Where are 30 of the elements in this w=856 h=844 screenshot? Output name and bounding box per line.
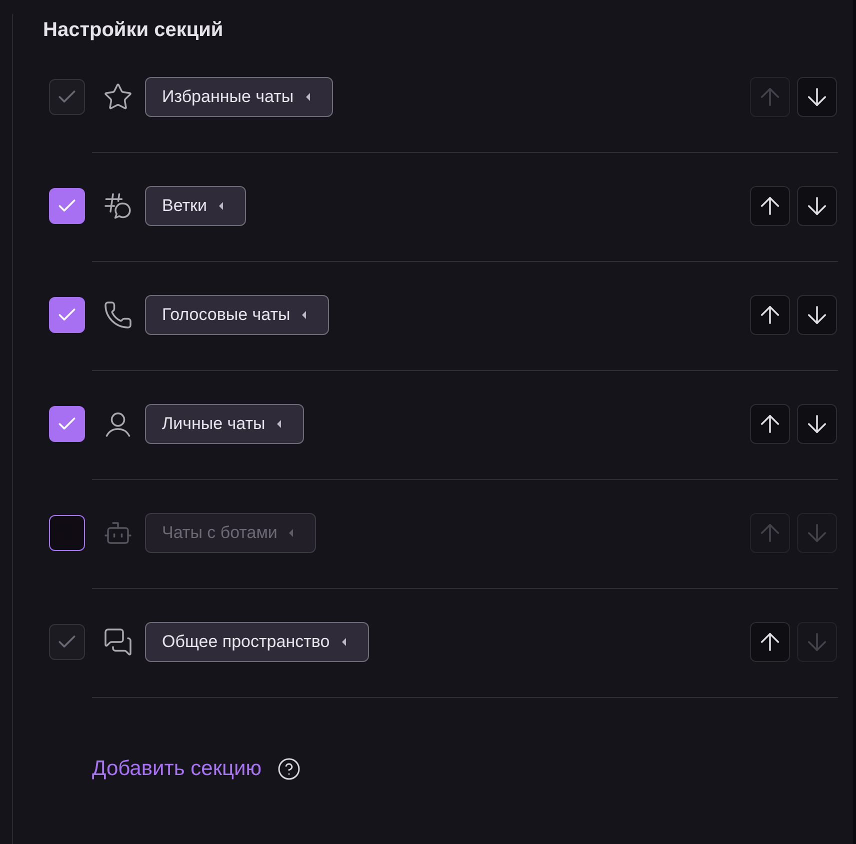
section-label-chip[interactable]: Общее пространство: [145, 622, 369, 662]
star-icon: [103, 82, 133, 112]
hash-chat-icon: [103, 191, 133, 221]
caret-icon: [302, 311, 306, 319]
section-label-chip[interactable]: Ветки: [145, 186, 246, 226]
checkbox[interactable]: [49, 515, 85, 551]
caret-icon: [289, 529, 294, 537]
caret-icon: [342, 638, 346, 646]
move-down-button[interactable]: [797, 186, 837, 226]
checkbox[interactable]: [49, 188, 85, 224]
section-label-chip[interactable]: Личные чаты: [145, 404, 304, 444]
move-down-button[interactable]: [797, 295, 837, 335]
move-up-button[interactable]: [750, 295, 790, 335]
move-up-button[interactable]: [750, 622, 790, 662]
chat-bubbles-icon: [103, 627, 133, 657]
help-icon[interactable]: [276, 757, 301, 781]
checkbox[interactable]: [49, 297, 85, 333]
section-settings-title: Настройки секций: [43, 18, 224, 42]
caret-icon: [306, 93, 310, 101]
move-down-button[interactable]: [797, 77, 837, 117]
move-up-button[interactable]: [750, 404, 790, 444]
phone-icon: [103, 300, 133, 330]
move-up-button[interactable]: [750, 186, 790, 226]
checkbox[interactable]: [49, 406, 85, 442]
move-down-button[interactable]: [797, 404, 837, 444]
section-label-chip[interactable]: Избранные чаты: [145, 77, 333, 117]
caret-icon: [277, 420, 282, 428]
section-label-chip[interactable]: Голосовые чаты: [145, 295, 330, 335]
add-section-link[interactable]: Добавить секцию: [92, 757, 262, 781]
caret-icon: [218, 202, 223, 210]
